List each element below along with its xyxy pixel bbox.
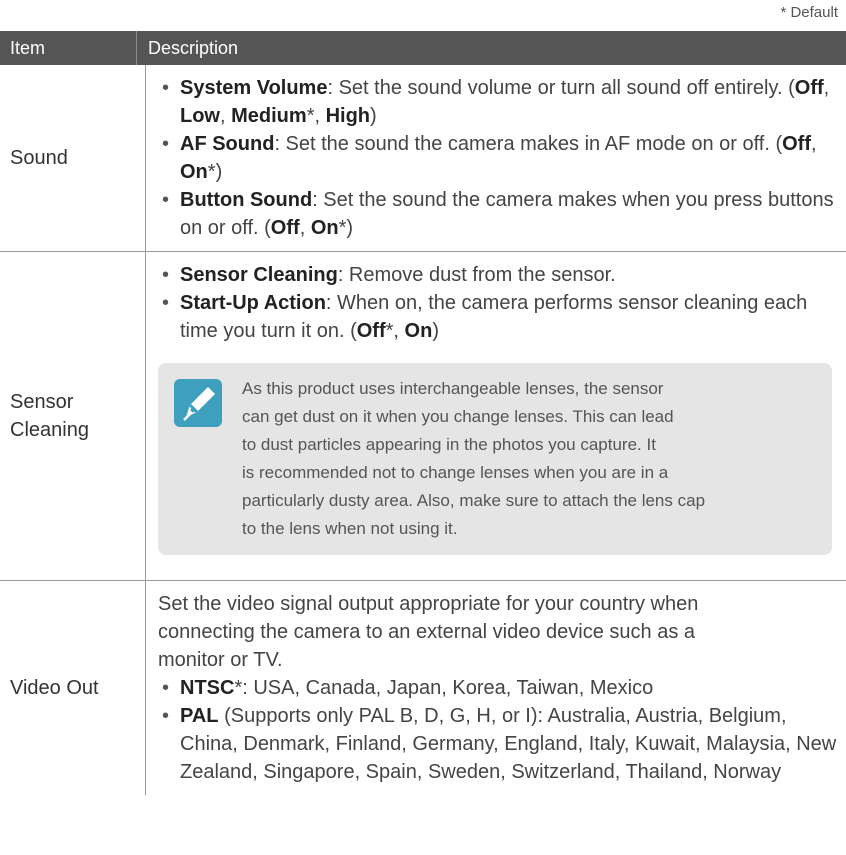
bold-term: Off: [356, 320, 386, 342]
description-cell: Sensor Cleaning: Remove dust from the se…: [146, 252, 846, 580]
bullet-text: ,: [220, 105, 232, 127]
bold-term: NTSC: [180, 677, 235, 699]
item-cell: Sensor Cleaning: [0, 252, 146, 580]
item-label-line: Sensor: [10, 391, 74, 413]
bold-term: PAL: [180, 705, 219, 727]
bold-term: Medium: [231, 105, 307, 127]
note-box: As this product uses interchangeable len…: [158, 363, 832, 555]
item-cell: Video Out: [0, 581, 146, 795]
bullet-text: (Supports only PAL B, D, G, H, or I): Au…: [180, 705, 837, 783]
bullet-text: *,: [306, 105, 326, 127]
table-row-video-out: Video Out Set the video signal output ap…: [0, 581, 846, 795]
item-label-line: Cleaning: [10, 419, 89, 441]
pen-note-icon: [174, 379, 222, 427]
bold-term: Off: [794, 77, 824, 99]
bullet-item: Sensor Cleaning: Remove dust from the se…: [158, 261, 846, 289]
intro-line: monitor or TV.: [158, 649, 283, 671]
bold-term: Start-Up Action: [180, 292, 326, 314]
bullet-list: System Volume: Set the sound volume or t…: [158, 74, 846, 242]
bullet-text: ,: [299, 217, 311, 239]
bullet-text: *): [207, 161, 223, 183]
description-cell: Set the video signal output appropriate …: [146, 581, 846, 795]
item-label: Video Out: [10, 677, 99, 699]
bullet-list: NTSC*: USA, Canada, Japan, Korea, Taiwan…: [158, 674, 846, 786]
bullet-text: ): [370, 105, 377, 127]
item-label: Sound: [10, 147, 68, 169]
bullet-text: *): [338, 217, 354, 239]
intro-line: Set the video signal output appropriate …: [158, 593, 699, 615]
note-line: As this product uses interchangeable len…: [242, 379, 664, 398]
note-line: particularly dusty area. Also, make sure…: [242, 491, 706, 510]
bold-term: Button Sound: [180, 189, 313, 211]
bullet-text: *: USA, Canada, Japan, Korea, Taiwan, Me…: [234, 677, 654, 699]
bullet-item: PAL (Supports only PAL B, D, G, H, or I)…: [158, 702, 846, 786]
bullet-text: : Set the sound the camera makes in AF m…: [274, 133, 783, 155]
bullet-text: : Set the sound volume or turn all sound…: [327, 77, 795, 99]
bold-term: Off: [270, 217, 300, 239]
note-line: to the lens when not using it.: [242, 519, 458, 538]
bold-term: System Volume: [180, 77, 328, 99]
bullet-item: AF Sound: Set the sound the camera makes…: [158, 130, 846, 186]
bullet-text: *,: [385, 320, 405, 342]
bold-term: On: [404, 320, 433, 342]
bullet-text: ,: [823, 77, 830, 99]
bullet-text: ,: [811, 133, 817, 155]
note-text: As this product uses interchangeable len…: [242, 375, 705, 543]
table-row-sound: Sound System Volume: Set the sound volum…: [0, 65, 846, 252]
table-row-sensor-cleaning: Sensor Cleaning Sensor Cleaning: Remove …: [0, 252, 846, 581]
intro-line: connecting the camera to an external vid…: [158, 621, 695, 643]
bullet-text: : Remove dust from the sensor.: [337, 264, 616, 286]
description-cell: System Volume: Set the sound volume or t…: [146, 65, 846, 251]
item-cell: Sound: [0, 65, 146, 251]
bullet-item: Start-Up Action: When on, the camera per…: [158, 289, 846, 345]
bold-term: Low: [180, 105, 220, 127]
bold-term: High: [325, 105, 371, 127]
header-description: Description: [148, 38, 239, 58]
note-line: can get dust on it when you change lense…: [242, 407, 674, 426]
header-item: Item: [0, 31, 137, 65]
note-line: is recommended not to change lenses when…: [242, 463, 669, 482]
bold-term: AF Sound: [180, 133, 275, 155]
settings-table: Item Description Sound System Volume: Se…: [0, 31, 846, 795]
bold-term: On: [310, 217, 339, 239]
note-line: to dust particles appearing in the photo…: [242, 435, 656, 454]
bullet-item: Button Sound: Set the sound the camera m…: [158, 186, 846, 242]
bullet-item: NTSC*: USA, Canada, Japan, Korea, Taiwan…: [158, 674, 846, 702]
bullet-list: Sensor Cleaning: Remove dust from the se…: [158, 261, 846, 345]
intro-text: Set the video signal output appropriate …: [158, 590, 846, 674]
bullet-text: ): [432, 320, 439, 342]
bold-term: On: [180, 161, 208, 183]
table-header: Item Description: [0, 31, 846, 65]
bullet-item: System Volume: Set the sound volume or t…: [158, 74, 846, 130]
bold-term: Off: [782, 133, 812, 155]
bold-term: Sensor Cleaning: [180, 264, 338, 286]
default-note: * Default: [780, 4, 838, 21]
